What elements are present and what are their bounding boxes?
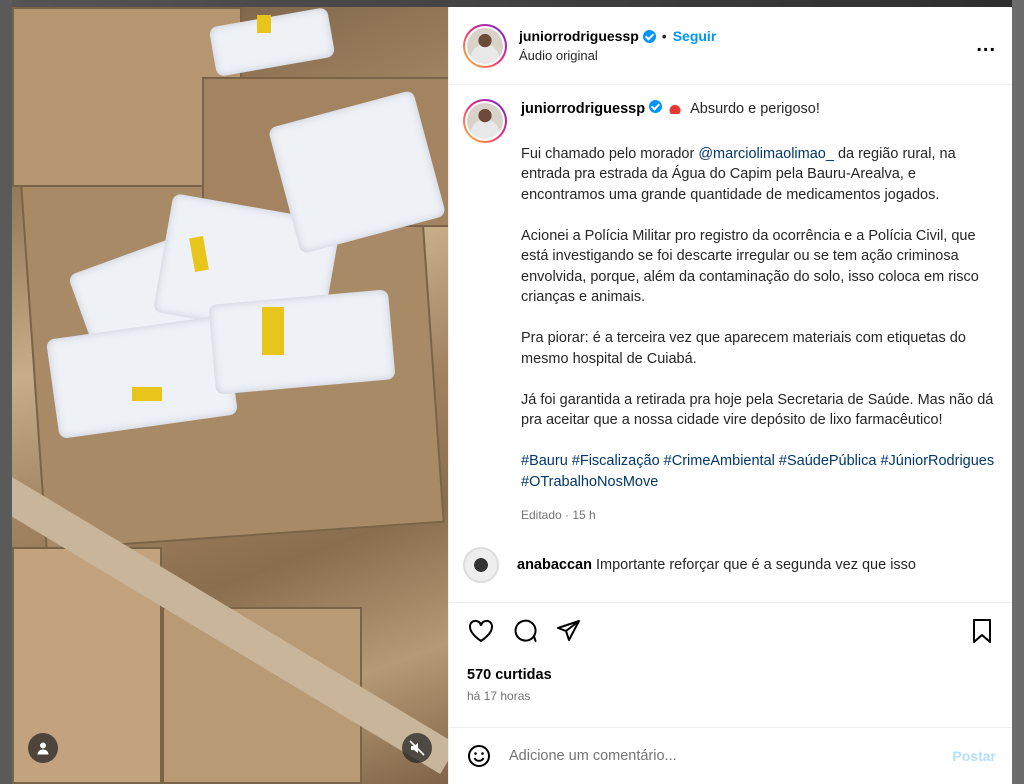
comment-button[interactable] [511, 617, 539, 645]
hashtags[interactable]: #Bauru #Fiscalização #CrimeAmbiental #Sa… [521, 451, 996, 492]
post-side-panel: juniorrodriguessp • Seguir Áudio origina… [448, 7, 1012, 784]
caption-body: juniorrodriguessp Absurdo e perigoso! Fui… [521, 99, 996, 525]
comment-body: Importante reforçar que é a segunda vez … [596, 557, 916, 573]
comment-composer: Adicione um comentário... Postar [449, 727, 1012, 784]
heart-icon [469, 619, 493, 643]
caption-paragraph-1: Fui chamado pelo morador @marciolimaolim… [521, 144, 996, 206]
caption-paragraph-3: Pra piorar: é a terceira vez que aparece… [521, 330, 966, 367]
caption-text: Fui chamado pelo morador [521, 145, 699, 162]
yellow-label [257, 15, 271, 33]
avatar-image [467, 27, 503, 64]
caption-meta: Editado · 15 h [521, 507, 596, 522]
post-modal: juniorrodriguessp • Seguir Áudio origina… [12, 7, 1012, 784]
comment-text: anabaccan Importante reforçar que é a se… [517, 557, 916, 573]
separator-dot: • [661, 28, 667, 44]
comment-icon [514, 619, 537, 642]
avatar-image [467, 103, 503, 139]
verified-icon [642, 29, 656, 43]
backdrop-left [0, 0, 12, 784]
yellow-label [132, 387, 162, 401]
mute-icon [409, 740, 425, 756]
mention-link[interactable]: @marciolimaolimao_ [698, 146, 834, 162]
follow-button[interactable]: Seguir [673, 28, 717, 44]
post-media[interactable] [12, 7, 448, 784]
caption-paragraph-2: Acionei a Polícia Militar pro registro d… [521, 227, 979, 306]
user-tag-button[interactable] [28, 733, 58, 763]
backdrop-right [1012, 0, 1024, 784]
mute-button[interactable] [402, 733, 432, 763]
commenter-username[interactable]: anabaccan [517, 557, 592, 573]
caption-author-avatar[interactable] [463, 99, 507, 143]
emoji-icon[interactable] [467, 744, 491, 768]
like-button[interactable] [467, 617, 495, 645]
caption-username[interactable]: juniorrodriguessp [521, 101, 645, 117]
siren-icon [668, 102, 683, 114]
comment-input[interactable]: Adicione um comentário... [509, 748, 952, 764]
medical-bag [208, 289, 396, 395]
verified-icon [649, 100, 663, 113]
more-options-icon[interactable]: ... [976, 34, 996, 57]
post-comment-button[interactable]: Postar [952, 748, 996, 764]
save-button[interactable] [968, 617, 996, 645]
share-icon [557, 620, 580, 641]
comment-item: anabaccan Importante reforçar que é a se… [463, 547, 996, 583]
post-header: juniorrodriguessp • Seguir Áudio origina… [449, 7, 1012, 85]
commenter-avatar[interactable] [463, 547, 499, 583]
comments-scroll-area[interactable]: juniorrodriguessp Absurdo e perigoso! Fui… [449, 85, 1012, 603]
post-actions: 570 curtidas há 17 horas [449, 603, 1012, 703]
author-avatar[interactable] [463, 23, 507, 68]
share-button[interactable] [555, 617, 583, 645]
user-tag-icon [37, 742, 49, 755]
bookmark-icon [973, 619, 991, 643]
yellow-label [262, 307, 284, 355]
caption: juniorrodriguessp Absurdo e perigoso! Fui… [463, 99, 996, 525]
caption-paragraph-4: Já foi garantida a retirada pra hoje pel… [521, 391, 994, 429]
audio-label[interactable]: Áudio original [519, 48, 976, 63]
caption-headline: Absurdo e perigoso! [690, 101, 820, 117]
likes-count[interactable]: 570 curtidas [467, 667, 996, 683]
author-username[interactable]: juniorrodriguessp [519, 28, 639, 44]
post-time[interactable]: há 17 horas [467, 689, 996, 703]
